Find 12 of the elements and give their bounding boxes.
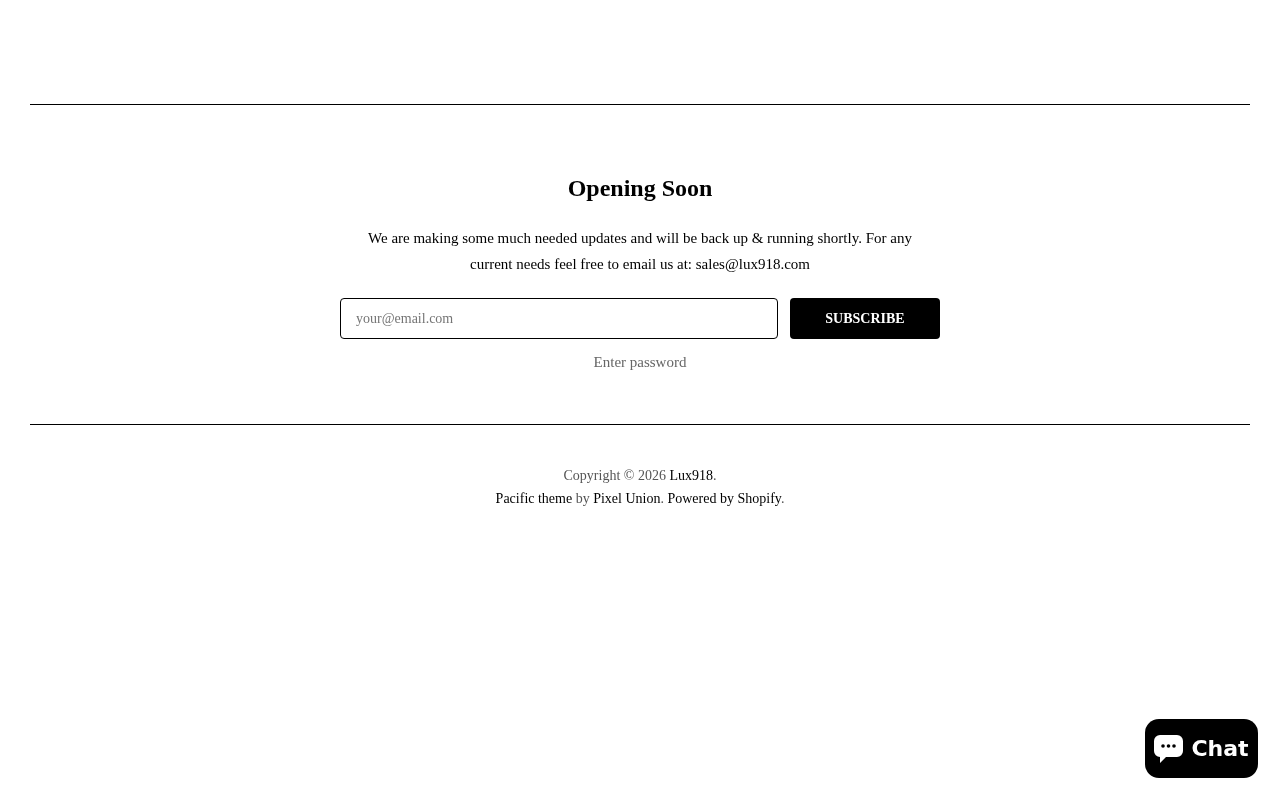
speech-bubble-icon [1154,734,1184,763]
footer-text: Pacific theme by Pixel Union. Powered by Shopify. [495,490,785,508]
subscribe-button[interactable]: SUBSCRIBE [790,298,940,339]
footer-link[interactable]: Lux918 [669,468,713,483]
password-link[interactable]: Enter password [593,352,687,372]
status-message: We are making some much needed updates and will be back up & running shortly. For any current needs feel free to email us at: sales@lux918.com [367,229,913,274]
footer-link[interactable]: Powered by Shopify [667,491,781,506]
footer-text: Copyright © 2026 Lux918. [563,467,717,485]
page-heading: Opening Soon [567,174,713,203]
footer-link[interactable]: Pacific theme [495,491,573,506]
chat-button[interactable]: Chat [1145,719,1258,778]
email-input[interactable]: your@email.com [340,298,778,339]
